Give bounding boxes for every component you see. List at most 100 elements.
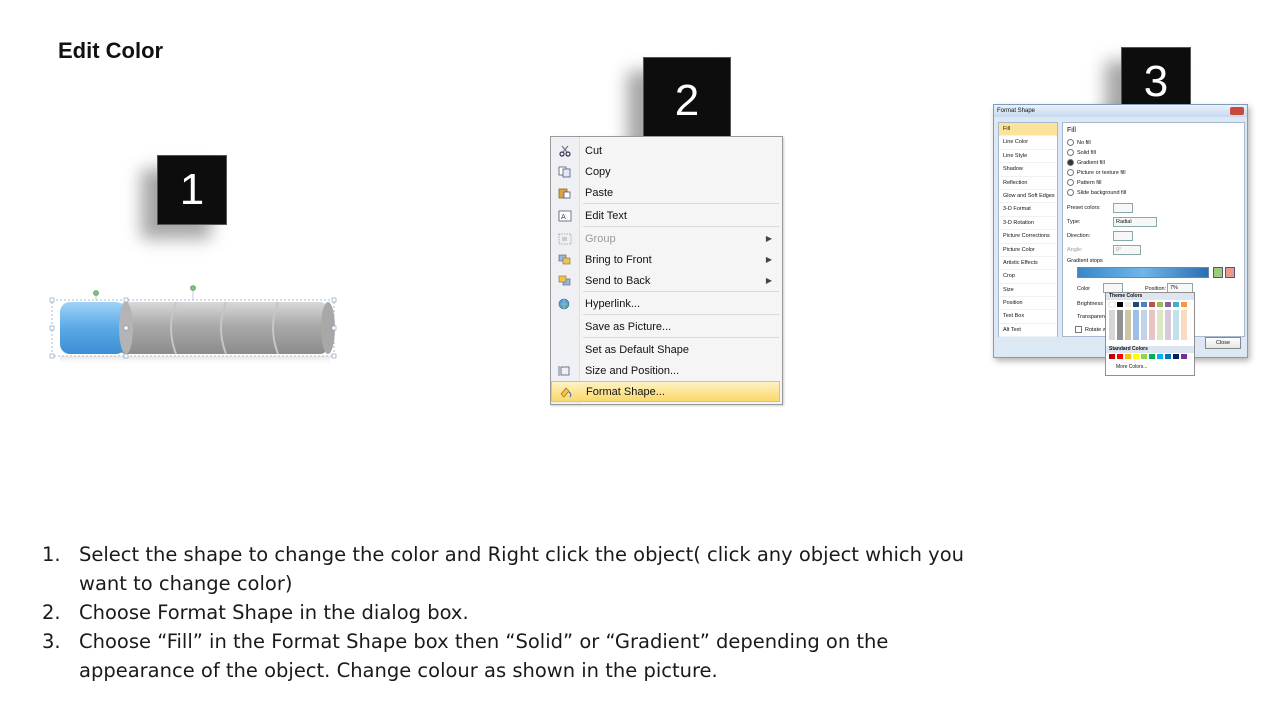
radio-label: Picture or texture fill	[1077, 169, 1126, 176]
radio-no-fill[interactable]: No fill	[1067, 139, 1091, 146]
radio-pattern-fill[interactable]: Pattern fill	[1067, 179, 1101, 186]
type-label: Type:	[1067, 219, 1081, 225]
category-3d-rotation[interactable]: 3-D Rotation	[999, 217, 1057, 231]
category-position[interactable]: Position	[999, 297, 1057, 311]
gradient-stops-bar[interactable]	[1077, 267, 1209, 278]
menu-separator	[583, 291, 779, 292]
menu-item-save-as-picture[interactable]: Save as Picture...	[551, 316, 780, 337]
submenu-arrow-icon: ▶	[765, 255, 772, 264]
category-picture-corrections[interactable]: Picture Corrections	[999, 230, 1057, 244]
menu-item-label: Group	[585, 232, 616, 245]
menu-item-copy[interactable]: Copy	[551, 161, 780, 182]
category-alt-text[interactable]: Alt Text	[999, 324, 1057, 338]
menu-item-edit-text[interactable]: A Edit Text	[551, 205, 780, 226]
radio-label: No fill	[1077, 139, 1091, 146]
checkbox-label: Rotate w	[1085, 326, 1107, 333]
radio-label: Gradient fill	[1077, 159, 1105, 166]
slide-title: Edit Color	[58, 38, 164, 63]
group-icon	[551, 233, 579, 245]
menu-item-size-position[interactable]: Size and Position...	[551, 360, 780, 381]
category-fill[interactable]: Fill	[999, 123, 1057, 137]
instruction-item: 3. Choose “Fill” in the Format Shape box …	[42, 627, 982, 685]
menu-item-label: Paste	[585, 186, 614, 199]
instruction-text: Choose Format Shape in the dialog box.	[79, 601, 469, 624]
dialog-title-bar: Format Shape	[994, 105, 1247, 117]
rotate-with-shape-checkbox[interactable]: Rotate w	[1075, 326, 1107, 333]
menu-separator	[583, 226, 779, 227]
dialog-close-icon[interactable]	[1230, 107, 1244, 115]
cylinder-shape-illustration[interactable]	[48, 284, 342, 366]
category-crop[interactable]: Crop	[999, 270, 1057, 284]
hyperlink-icon	[551, 298, 579, 310]
radio-picture-fill[interactable]: Picture or texture fill	[1067, 169, 1126, 176]
menu-item-label: Copy	[585, 165, 611, 178]
cylinder-shape-group[interactable]	[48, 284, 342, 366]
menu-item-label: Set as Default Shape	[585, 343, 689, 356]
direction-label: Direction:	[1067, 233, 1091, 239]
menu-item-label: Save as Picture...	[585, 320, 672, 333]
menu-item-label: Bring to Front	[585, 253, 652, 266]
dialog-title: Format Shape	[997, 108, 1036, 114]
radio-slide-background-fill[interactable]: Slide background fill	[1067, 189, 1126, 196]
theme-color-swatches[interactable]	[1106, 300, 1194, 344]
radio-solid-fill[interactable]: Solid fill	[1067, 149, 1096, 156]
gradient-stops-label: Gradient stops	[1067, 258, 1103, 264]
category-size[interactable]: Size	[999, 284, 1057, 298]
menu-separator	[583, 203, 779, 204]
direction-dropdown[interactable]	[1113, 231, 1133, 241]
menu-item-format-shape[interactable]: Format Shape...	[551, 381, 780, 402]
category-glow[interactable]: Glow and Soft Edges	[999, 190, 1057, 204]
color-label: Color	[1077, 286, 1091, 292]
radio-gradient-fill[interactable]: Gradient fill	[1067, 159, 1105, 166]
menu-item-label: Edit Text	[585, 209, 627, 222]
submenu-arrow-icon: ▶	[765, 234, 772, 243]
menu-item-label: Send to Back	[585, 274, 651, 287]
category-text-box[interactable]: Text Box	[999, 310, 1057, 324]
instruction-item: 2. Choose Format Shape in the dialog box.	[42, 598, 982, 627]
menu-separator	[583, 314, 779, 315]
more-colors-link[interactable]: More Colors...	[1106, 364, 1194, 370]
category-shadow[interactable]: Shadow	[999, 163, 1057, 177]
svg-text:A: A	[561, 213, 566, 221]
category-artistic-effects[interactable]: Artistic Effects	[999, 257, 1057, 271]
copy-icon	[551, 166, 579, 178]
instruction-number: 3.	[42, 630, 61, 653]
menu-item-cut[interactable]: Cut	[551, 140, 780, 161]
angle-label: Angle:	[1067, 247, 1083, 253]
dialog-category-list: Fill Line Color Line Style Shadow Reflec…	[998, 122, 1058, 338]
menu-item-group[interactable]: Group ▶	[551, 228, 780, 249]
menu-separator	[583, 337, 779, 338]
step-2-badge: 2	[643, 57, 731, 145]
preset-colors-dropdown[interactable]	[1113, 203, 1133, 213]
close-button[interactable]: Close	[1205, 337, 1241, 349]
format-shape-icon	[552, 386, 580, 398]
angle-input[interactable]: 0°	[1113, 245, 1141, 255]
instruction-number: 2.	[42, 601, 61, 624]
send-back-icon	[551, 275, 579, 287]
preset-colors-label: Preset colors:	[1067, 205, 1101, 211]
menu-item-label: Size and Position...	[585, 364, 680, 377]
size-position-icon	[551, 365, 579, 377]
menu-item-set-default-shape[interactable]: Set as Default Shape	[551, 339, 780, 360]
standard-color-swatches[interactable]	[1106, 353, 1194, 362]
fill-section-title: Fill	[1067, 127, 1076, 134]
step-1-badge: 1	[157, 155, 227, 225]
category-line-style[interactable]: Line Style	[999, 150, 1057, 164]
instruction-text: Select the shape to change the color and…	[79, 543, 964, 595]
category-3d-format[interactable]: 3-D Format	[999, 203, 1057, 217]
context-menu: Cut Copy Paste A Edit Text Group ▶ Bring…	[550, 136, 783, 405]
type-dropdown[interactable]: Radial	[1113, 217, 1157, 227]
remove-stop-icon[interactable]	[1225, 267, 1235, 278]
radio-label: Slide background fill	[1077, 189, 1127, 196]
transparency-label: Transparen	[1077, 314, 1105, 320]
menu-item-bring-to-front[interactable]: Bring to Front ▶	[551, 249, 780, 270]
add-stop-icon[interactable]	[1213, 267, 1223, 278]
edit-text-icon: A	[551, 210, 579, 222]
category-reflection[interactable]: Reflection	[999, 177, 1057, 190]
category-line-color[interactable]: Line Color	[999, 136, 1057, 150]
category-picture-color[interactable]: Picture Color	[999, 244, 1057, 257]
menu-item-send-to-back[interactable]: Send to Back ▶	[551, 270, 780, 291]
menu-item-label: Cut	[585, 144, 603, 157]
menu-item-paste[interactable]: Paste	[551, 182, 780, 203]
menu-item-hyperlink[interactable]: Hyperlink...	[551, 293, 780, 314]
